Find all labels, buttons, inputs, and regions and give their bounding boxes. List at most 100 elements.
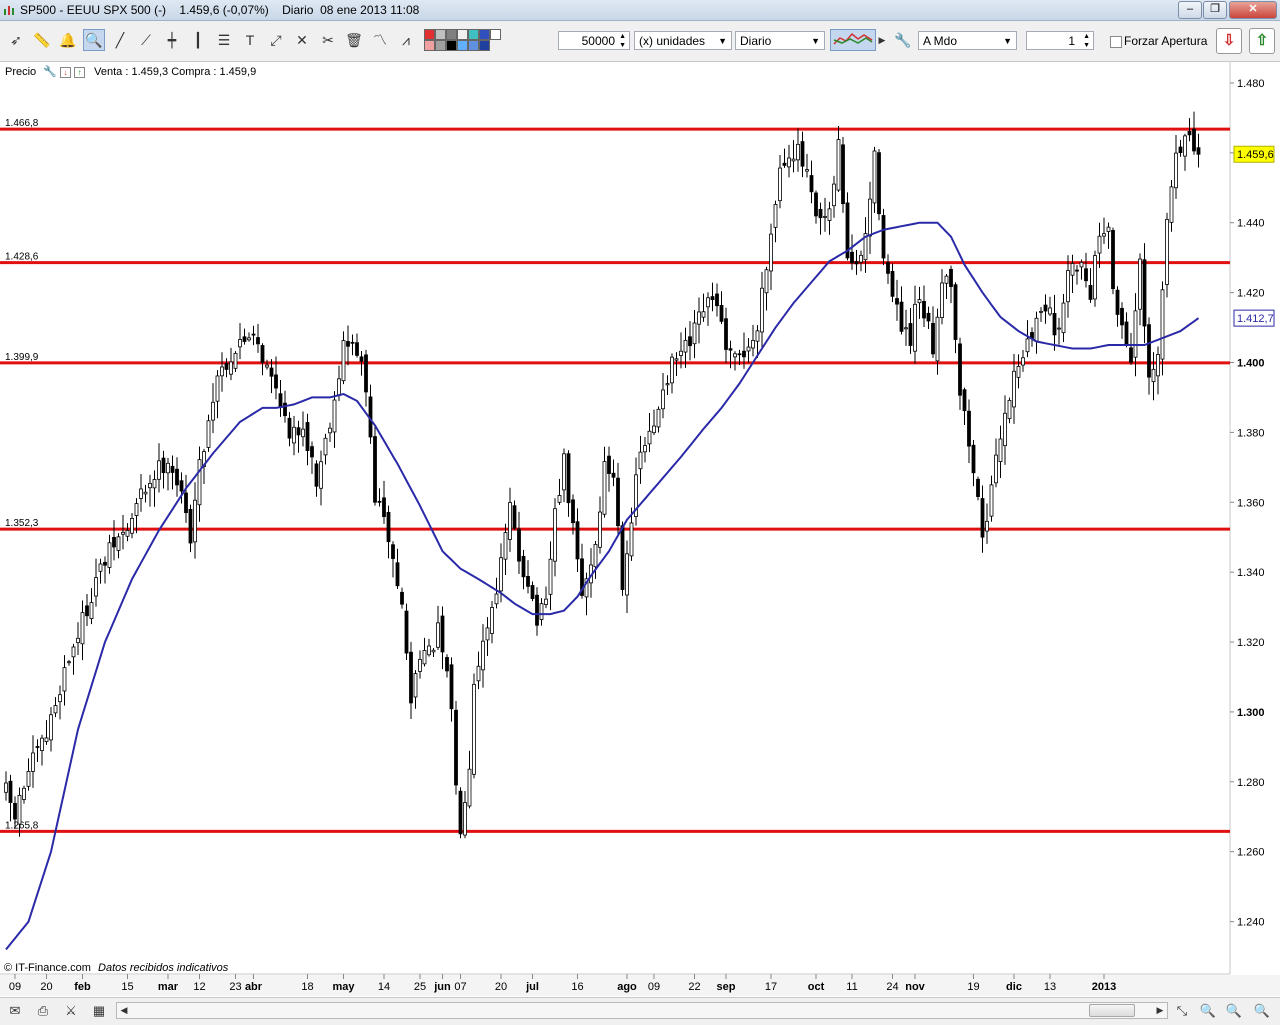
color-swatch[interactable] xyxy=(424,40,435,51)
candle-body xyxy=(220,366,224,377)
color-swatch[interactable] xyxy=(479,40,490,51)
candle-body xyxy=(422,650,427,665)
quantity-stepper[interactable]: 50000 ▲ ▼ xyxy=(558,31,630,50)
candle-body xyxy=(247,337,251,341)
color-swatch[interactable] xyxy=(457,29,468,40)
candle-body xyxy=(890,270,895,297)
color-swatch[interactable] xyxy=(490,29,501,40)
color-swatch[interactable] xyxy=(435,29,446,40)
candle-body xyxy=(544,598,548,605)
color-swatch[interactable] xyxy=(424,29,435,40)
bottom-toolbar: ✉ ⎙ ⚔ ▦ ◀ ▶ ⤡ 🔍 🔍 🔍 xyxy=(0,997,1280,1025)
fit-zoom-icon[interactable]: ⤡ xyxy=(1172,1002,1192,1020)
calculator-icon[interactable]: ▦ xyxy=(89,1002,109,1020)
candle-body xyxy=(58,694,62,703)
scroll-left-icon[interactable]: ◀ xyxy=(117,1003,131,1018)
period-select[interactable]: Diario ▼ xyxy=(735,31,825,50)
candle-body xyxy=(895,298,899,305)
color-swatch[interactable] xyxy=(479,29,490,40)
horizontal-line-icon[interactable]: ┿ xyxy=(162,30,182,50)
minimize-button[interactable]: ‒ xyxy=(1178,1,1202,19)
trendline-icon[interactable]: ╱ xyxy=(110,30,130,50)
candle-body xyxy=(391,544,395,559)
candle-body xyxy=(494,593,499,605)
color-swatch[interactable] xyxy=(435,40,446,51)
lots-stepper[interactable]: 1 ▲ ▼ xyxy=(1026,31,1094,50)
candle-body xyxy=(602,461,607,515)
color-swatch[interactable] xyxy=(468,29,479,40)
vertical-line-icon[interactable]: ┃ xyxy=(188,30,208,50)
price-chart-area[interactable]: 1.466,8 1.428,6 1.399,9 1.352,3 1.265,8 1.24… xyxy=(0,62,1280,996)
candle-body xyxy=(638,451,643,470)
stepper-arrows-icon[interactable]: ▲ ▼ xyxy=(1083,32,1090,50)
candle-body xyxy=(1079,261,1084,268)
candle-body xyxy=(1048,307,1052,315)
units-select[interactable]: (x) unidades ▼ xyxy=(634,31,732,50)
wrench-icon[interactable]: 🔧 xyxy=(43,66,57,78)
alarm-bell-icon[interactable]: 🔔 xyxy=(58,30,78,50)
candle-body xyxy=(260,345,265,363)
tools-icon[interactable]: ✂ xyxy=(318,30,338,50)
price-chart[interactable]: 1.466,8 1.428,6 1.399,9 1.352,3 1.265,8 1.24… xyxy=(0,62,1280,996)
close-button[interactable]: ✕ xyxy=(1229,1,1277,19)
zoom-in-icon[interactable]: 🔍 xyxy=(1252,1002,1272,1020)
color-swatch[interactable] xyxy=(446,29,457,40)
time-scrollbar[interactable]: ◀ ▶ xyxy=(116,1002,1168,1019)
candle-body xyxy=(445,657,449,672)
x-tick-label: may xyxy=(332,981,355,993)
zoom-out-icon[interactable]: 🔍 xyxy=(1224,1002,1244,1020)
x-tick-label: 13 xyxy=(1044,981,1056,993)
indicators-icon[interactable] xyxy=(830,29,876,51)
candle-body xyxy=(1034,317,1039,342)
color-swatch[interactable] xyxy=(446,40,457,51)
play-arrow-icon[interactable]: ▶ xyxy=(876,30,888,50)
candle-body xyxy=(881,215,886,259)
restore-button[interactable]: ❐ xyxy=(1203,1,1227,19)
mail-icon[interactable]: ✉ xyxy=(5,1002,25,1020)
wrench-icon[interactable]: 🔧 xyxy=(893,30,913,50)
sell-order-icon[interactable]: ⇩ xyxy=(1216,28,1242,54)
zigzag-icon[interactable]: 〽 xyxy=(370,30,390,50)
fibonacci-icon[interactable]: ☰ xyxy=(214,30,234,50)
color-swatch[interactable] xyxy=(468,40,479,51)
ray-icon[interactable]: ⟋ xyxy=(136,30,156,50)
candle-body xyxy=(346,341,350,347)
text-tool-icon[interactable]: T xyxy=(240,30,260,50)
candle-body xyxy=(823,215,827,218)
trash-icon[interactable]: 🗑 xyxy=(344,30,364,50)
scroll-thumb[interactable] xyxy=(1089,1004,1135,1017)
candle-body xyxy=(904,327,908,330)
cross-line-icon[interactable]: ✕ xyxy=(292,30,312,50)
candle-body xyxy=(1156,354,1160,377)
candle-body xyxy=(310,446,314,458)
candle-body xyxy=(233,352,238,369)
candle-body xyxy=(530,585,535,600)
close-chart-icon[interactable]: ⚔ xyxy=(61,1002,81,1020)
pointer-icon[interactable]: ➶ xyxy=(6,30,26,50)
remove-panel-icon[interactable]: ↓ xyxy=(60,67,72,78)
print-icon[interactable]: ⎙ xyxy=(33,1002,53,1020)
channel-icon[interactable]: ⤢ xyxy=(266,30,286,50)
candle-body xyxy=(485,627,490,641)
zoom-reset-icon[interactable]: 🔍 xyxy=(1198,1002,1218,1020)
add-panel-icon[interactable]: ↑ xyxy=(74,67,86,78)
candle-body xyxy=(908,323,913,346)
x-tick-label: 20 xyxy=(40,981,52,993)
zoom-icon[interactable]: 🔍 xyxy=(83,29,105,51)
pattern-icon[interactable]: ⩘ xyxy=(396,30,416,50)
color-swatch[interactable] xyxy=(457,40,468,51)
stepper-arrows-icon[interactable]: ▲ ▼ xyxy=(619,32,626,50)
candle-body xyxy=(1133,310,1138,358)
candle-body xyxy=(922,301,926,319)
candle-body xyxy=(809,175,814,193)
price-panel-header: Precio 🔧 ↓ ↑ Venta : 1.459,3 Compra : 1.… xyxy=(5,65,256,78)
candle-body xyxy=(40,737,44,751)
candle-body xyxy=(62,667,67,692)
force-open-checkbox[interactable] xyxy=(1110,36,1122,48)
candle-body xyxy=(980,498,985,538)
scroll-right-icon[interactable]: ▶ xyxy=(1153,1003,1167,1018)
ruler-icon[interactable]: 📏 xyxy=(32,30,52,50)
candle-body xyxy=(26,771,31,787)
buy-order-icon[interactable]: ⇧ xyxy=(1249,28,1275,54)
order-type-select[interactable]: A Mdo ▼ xyxy=(918,31,1017,50)
